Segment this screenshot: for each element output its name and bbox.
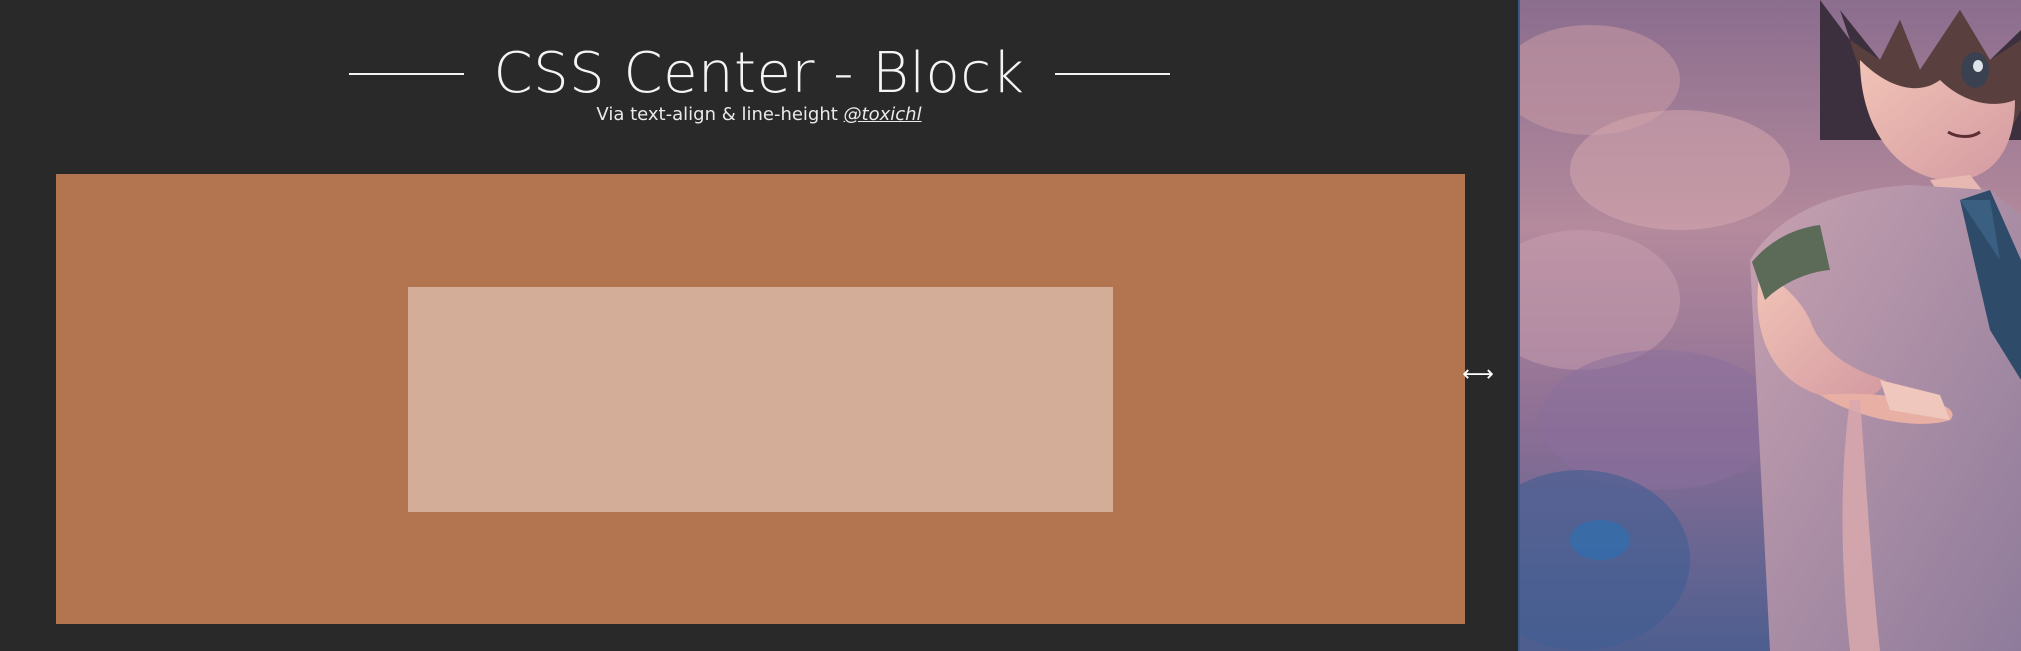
title-row: CSS Center - Block <box>0 34 1518 114</box>
page-subtitle: Via text-align & line-height @toxichl <box>0 104 1518 125</box>
title-rule-right <box>1054 73 1170 75</box>
horizontal-resize-icon[interactable]: ⟷ <box>1462 362 1494 387</box>
outer-block <box>56 174 1465 624</box>
title-rule-left <box>348 73 464 75</box>
page-title: CSS Center - Block <box>493 41 1025 106</box>
anime-character-illustration <box>1520 0 2021 651</box>
anime-illustration-panel <box>1520 0 2021 651</box>
centered-inner-block <box>408 287 1113 512</box>
browser-viewport: CSS Center - Block Via text-align & line… <box>0 0 2021 651</box>
demo-page: CSS Center - Block Via text-align & line… <box>0 0 1518 651</box>
author-link[interactable]: @toxichl <box>844 104 922 125</box>
subtitle-text: Via text-align & line-height <box>596 104 844 125</box>
